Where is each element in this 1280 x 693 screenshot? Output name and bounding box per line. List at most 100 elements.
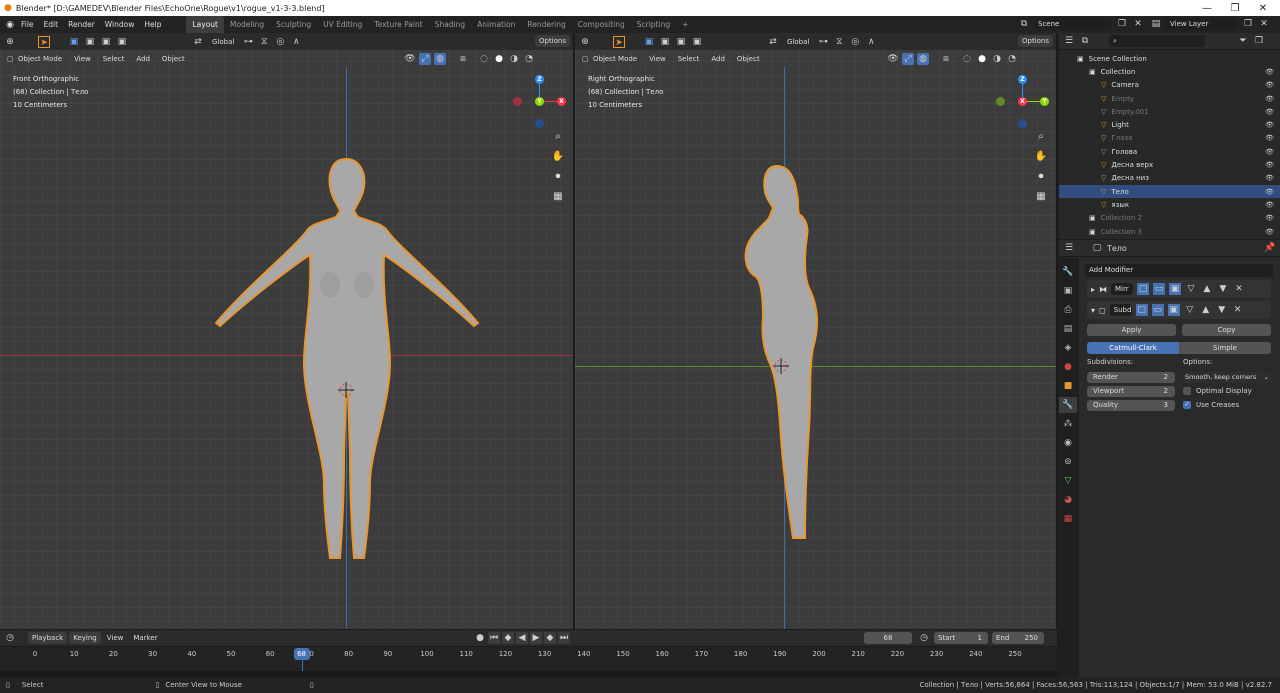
jump-start-icon[interactable]: ⏮ [488, 632, 500, 644]
falloff-icon[interactable]: ∧ [865, 36, 877, 48]
menu-select[interactable]: Select [99, 53, 129, 65]
eye-icon[interactable]: 👁 [1265, 121, 1274, 129]
playhead[interactable]: 68 [293, 648, 310, 660]
editor-type-icon[interactable]: ☰ [1063, 35, 1075, 47]
apply-button[interactable]: Apply [1087, 324, 1176, 336]
pivot-icon[interactable]: ⊶ [242, 36, 254, 48]
particles-tab-icon[interactable]: ⁂ [1059, 416, 1077, 432]
menu-add[interactable]: Add [707, 53, 729, 65]
menu-render[interactable]: Render [63, 16, 100, 33]
menu-edit[interactable]: Edit [39, 16, 64, 33]
gizmo-neg-z[interactable] [1018, 119, 1027, 128]
proportional-edit-icon[interactable]: ◎ [274, 36, 286, 48]
constraints-tab-icon[interactable]: ⊚ [1059, 454, 1077, 470]
tab-uv-editing[interactable]: UV Editing [317, 16, 368, 33]
editor-type-icon[interactable]: ◷ [4, 632, 16, 644]
eye-icon[interactable]: 👁 [1265, 134, 1274, 142]
scene-tab-icon[interactable]: ◈ [1059, 340, 1077, 356]
display-mode-icon[interactable]: ⧉ [1079, 35, 1091, 47]
select-intersect-icon[interactable]: ▣ [116, 36, 128, 48]
eye-icon[interactable]: 👁 [1265, 68, 1274, 76]
tab-scripting[interactable]: Scripting [631, 16, 676, 33]
tab-modeling[interactable]: Modeling [224, 16, 270, 33]
eye-icon[interactable]: 👁 [1265, 174, 1274, 182]
cage-toggle-icon[interactable]: ▽ [1185, 283, 1197, 295]
xray-icon[interactable]: ⧈ [457, 53, 469, 65]
remove-modifier-icon[interactable]: ✕ [1232, 304, 1244, 316]
physics-tab-icon[interactable]: ◉ [1059, 435, 1077, 451]
object-data-tab-icon[interactable]: ▽ [1059, 473, 1077, 489]
outliner-row[interactable]: ▽ Десна низ 👁 [1059, 172, 1280, 185]
outliner-search-input[interactable]: ⌕ [1109, 35, 1205, 47]
pan-hand-icon[interactable]: ✋ [1034, 150, 1048, 164]
modifier-name-field[interactable]: Mirr [1111, 283, 1134, 295]
menu-view[interactable]: View [70, 53, 95, 65]
scene-icon[interactable]: ⧉ [1018, 18, 1030, 30]
mode-selector[interactable]: ▢ Object Mode [4, 52, 67, 65]
menu-select[interactable]: Select [674, 53, 704, 65]
eye-icon[interactable]: 👁 [1265, 148, 1274, 156]
move-down-icon[interactable]: ▼ [1216, 304, 1228, 316]
outliner-row[interactable]: ▣ Collection 3 👁 [1059, 225, 1280, 238]
camera-view-icon[interactable]: ⏺ [551, 170, 565, 184]
tool-tab-icon[interactable]: 🔧 [1059, 264, 1077, 280]
select-box-mode-icon[interactable]: ▣ [68, 36, 80, 48]
wireframe-shading-icon[interactable]: ◌ [961, 53, 973, 65]
mode-selector[interactable]: ▢ Object Mode [579, 52, 642, 65]
blender-menu-icon[interactable]: ◉ [4, 19, 16, 31]
menu-file[interactable]: File [16, 16, 39, 33]
editmode-toggle-icon[interactable]: ▢ [1135, 304, 1148, 316]
gizmo-y-axis[interactable]: Y [1040, 97, 1049, 106]
rendered-shading-icon[interactable]: ◔ [1006, 53, 1018, 65]
eye-icon[interactable]: 👁 [1265, 161, 1274, 169]
menu-window[interactable]: Window [100, 16, 140, 33]
select-intersect-icon[interactable]: ▣ [691, 36, 703, 48]
editmode-toggle-icon[interactable]: ▢ [1137, 283, 1150, 295]
gizmo-x-axis[interactable]: X [557, 97, 566, 106]
prev-keyframe-icon[interactable]: ◆ [502, 632, 514, 644]
outliner-row[interactable]: ▣ Scene Collection [1059, 52, 1280, 65]
remove-view-layer-icon[interactable]: ✕ [1258, 18, 1270, 30]
menu-view[interactable]: View [645, 53, 670, 65]
tab-compositing[interactable]: Compositing [572, 16, 631, 33]
pin-icon[interactable]: 📌 [1264, 242, 1276, 254]
zoom-icon[interactable]: ⌕ [551, 130, 565, 144]
snap-icon[interactable]: ⧖ [258, 36, 270, 48]
timeline-menu-playback[interactable]: Playback [28, 632, 68, 644]
tab-texture-paint[interactable]: Texture Paint [368, 16, 428, 33]
select-tool-icon[interactable]: ➤ [613, 35, 625, 48]
outliner-row[interactable]: ▽ Empty.001 👁 [1059, 105, 1280, 118]
select-extend-icon[interactable]: ▣ [659, 36, 671, 48]
material-shading-icon[interactable]: ◑ [508, 53, 520, 65]
filter-icon[interactable]: ⏷ [1237, 35, 1249, 47]
viewport-levels-field[interactable]: Viewport 2 [1087, 386, 1175, 397]
proportional-edit-icon[interactable]: ◎ [849, 36, 861, 48]
view-layer-selector[interactable]: View Layer [1166, 18, 1238, 30]
visibility-icon[interactable]: 👁 [404, 53, 416, 65]
add-modifier-dropdown[interactable]: Add Modifier [1085, 264, 1273, 277]
outliner-row[interactable]: ▣ Collection 2 👁 [1059, 212, 1280, 225]
tab-layout[interactable]: Layout [186, 16, 224, 33]
rendered-shading-icon[interactable]: ◔ [523, 53, 535, 65]
gizmo-z-axis[interactable]: Z [535, 75, 544, 84]
tab-rendering[interactable]: Rendering [521, 16, 571, 33]
texture-tab-icon[interactable]: ▦ [1059, 511, 1077, 527]
end-frame-field[interactable]: End 250 [992, 632, 1044, 644]
timeline-menu-view[interactable]: View [103, 632, 128, 644]
ortho-grid-icon[interactable]: ▦ [551, 190, 565, 204]
tab-shading[interactable]: Shading [429, 16, 471, 33]
collapse-icon[interactable]: ▾ [1091, 306, 1095, 315]
move-up-icon[interactable]: ▲ [1201, 283, 1213, 295]
gizmo-neg-x[interactable] [513, 97, 522, 106]
pivot-icon[interactable]: ⊶ [817, 36, 829, 48]
visibility-icon[interactable]: 👁 [887, 53, 899, 65]
catmull-clark-button[interactable]: Catmull-Clark [1087, 342, 1179, 354]
record-icon[interactable]: ● [474, 632, 486, 644]
optimal-display-checkbox[interactable]: Optimal Display [1183, 386, 1271, 397]
viewport-right[interactable]: ⊕ ➤ ▣ ▣ ▣ ▣ ⇄ Global ⊶ ⧖ ◎ ∧ Options ▢ Ob… [575, 33, 1057, 629]
uv-smooth-dropdown[interactable]: Smooth, keep corners ⌄ [1183, 372, 1271, 383]
next-keyframe-icon[interactable]: ◆ [544, 632, 556, 644]
start-frame-field[interactable]: Start 1 [934, 632, 988, 644]
falloff-icon[interactable]: ∧ [290, 36, 302, 48]
object-tab-icon[interactable]: ■ [1059, 378, 1077, 394]
